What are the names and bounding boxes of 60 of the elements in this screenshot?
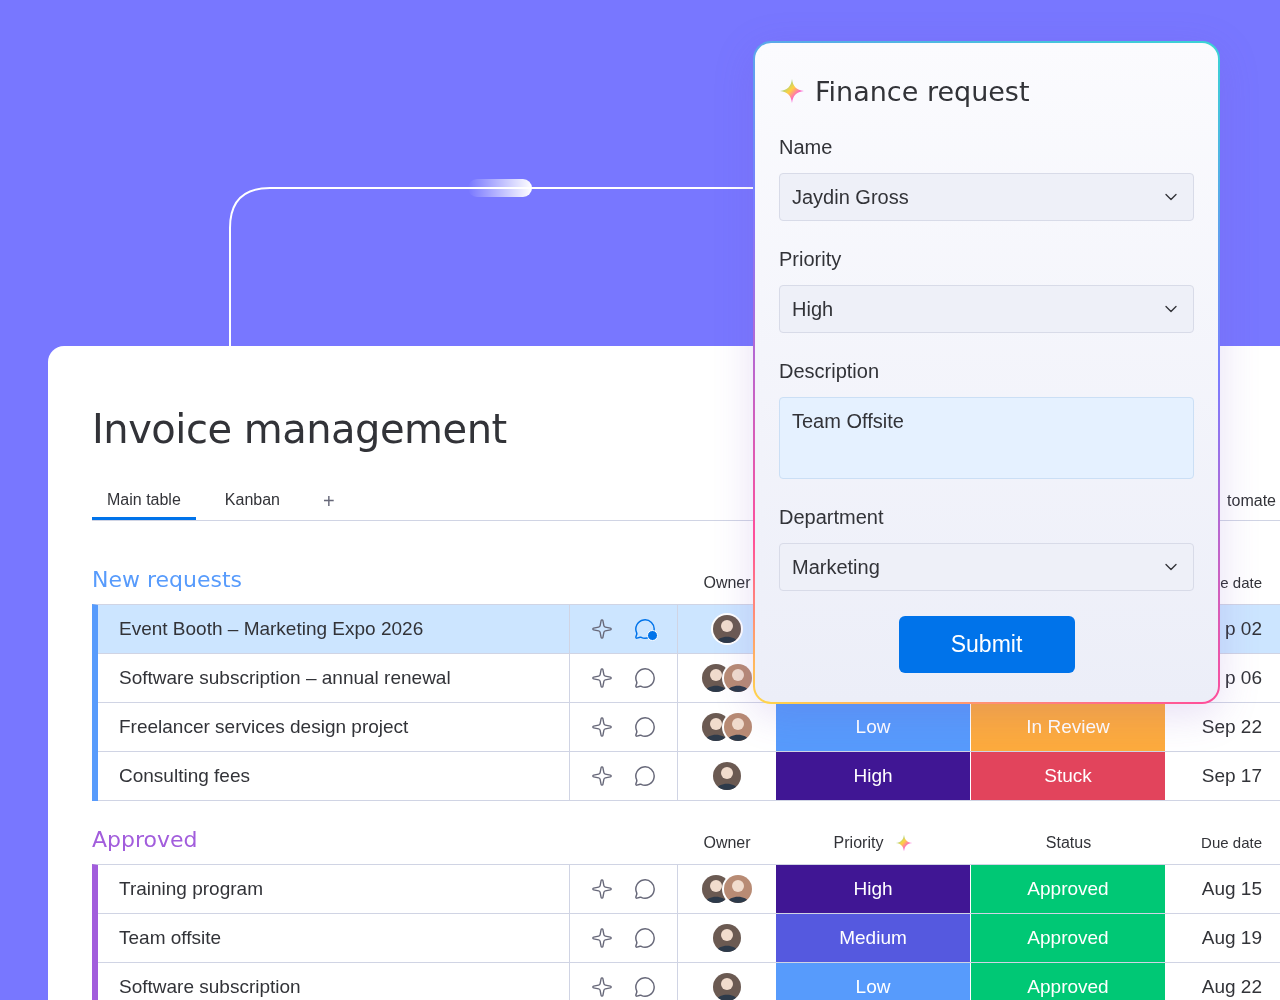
item-name: Consulting fees — [98, 752, 570, 800]
comment-icon[interactable] — [634, 765, 657, 787]
due-date: Aug 15 — [1200, 877, 1263, 901]
item-name: Software subscription — [98, 963, 570, 1000]
submit-button[interactable]: Submit — [898, 616, 1075, 673]
add-view-button[interactable]: + — [309, 482, 349, 520]
priority-label[interactable]: High — [776, 865, 971, 913]
select-field[interactable]: Marketing — [779, 543, 1194, 591]
column-header: Owner — [703, 833, 751, 852]
comment-icon[interactable] — [634, 976, 657, 998]
table-row[interactable]: Training program High Approved Aug 15 — [98, 865, 1280, 914]
status-label[interactable]: Stuck — [971, 752, 1166, 800]
sparkle-icon[interactable] — [590, 927, 613, 949]
table-row[interactable]: Team offsite Medium Approved Aug 19 — [98, 914, 1280, 963]
comment-icon[interactable] — [634, 878, 657, 900]
form-title: Finance request — [815, 75, 1030, 107]
view-tab[interactable]: Main table — [92, 482, 196, 520]
field-label: Priority — [779, 247, 843, 271]
due-date: Aug 19 — [1200, 926, 1263, 950]
sparkle-icon[interactable] — [590, 618, 613, 640]
column-header: e date — [1220, 574, 1263, 591]
due-date: Aug 22 — [1200, 975, 1263, 999]
column-header: Due date — [1201, 834, 1263, 851]
table-row[interactable]: Consulting fees High Stuck Sep 17 — [98, 752, 1280, 801]
group-title: Approved — [92, 827, 199, 852]
sparkle-icon — [779, 78, 805, 104]
priority-label[interactable]: Medium — [776, 914, 971, 962]
due-date: p 06 — [1224, 666, 1263, 690]
select-field[interactable]: High — [779, 285, 1194, 333]
due-date: p 02 — [1224, 617, 1263, 641]
board-title: Invoice management — [92, 405, 507, 454]
column-header: Status — [1045, 833, 1092, 852]
toolbar-item[interactable]: tomate — [1227, 492, 1280, 510]
sparkle-icon[interactable] — [590, 976, 613, 998]
field-label: Department — [779, 505, 885, 529]
select-field[interactable]: Jaydin Gross — [779, 173, 1194, 221]
comment-unread-icon[interactable] — [634, 618, 657, 640]
table-row[interactable]: Freelancer services design project Low In Review Sep 22 — [98, 703, 1280, 752]
item-name: Training program — [98, 865, 570, 913]
field-label: Name — [779, 135, 834, 159]
item-name: Freelancer services design project — [98, 703, 570, 751]
due-date: Sep 22 — [1200, 715, 1263, 739]
text-area[interactable]: Team Offsite — [779, 397, 1194, 479]
field-label: Description — [779, 359, 881, 383]
sparkle-icon[interactable] — [590, 878, 613, 900]
comment-icon[interactable] — [634, 716, 657, 738]
column-header: Priority — [833, 833, 914, 852]
comment-icon[interactable] — [634, 667, 657, 689]
column-header: Owner — [703, 573, 751, 592]
sparkle-icon[interactable] — [590, 667, 613, 689]
sparkle-icon[interactable] — [590, 716, 613, 738]
due-date: Sep 17 — [1200, 764, 1263, 788]
view-tab[interactable]: Kanban — [209, 482, 295, 520]
sparkle-icon[interactable] — [590, 765, 613, 787]
item-name: Team offsite — [98, 914, 570, 962]
comment-icon[interactable] — [634, 927, 657, 949]
item-name: Event Booth – Marketing Expo 2026 — [98, 605, 570, 653]
group-title: New requests — [92, 567, 244, 592]
priority-label[interactable]: High — [776, 752, 971, 800]
item-name: Software subscription – annual renewal — [98, 654, 570, 702]
